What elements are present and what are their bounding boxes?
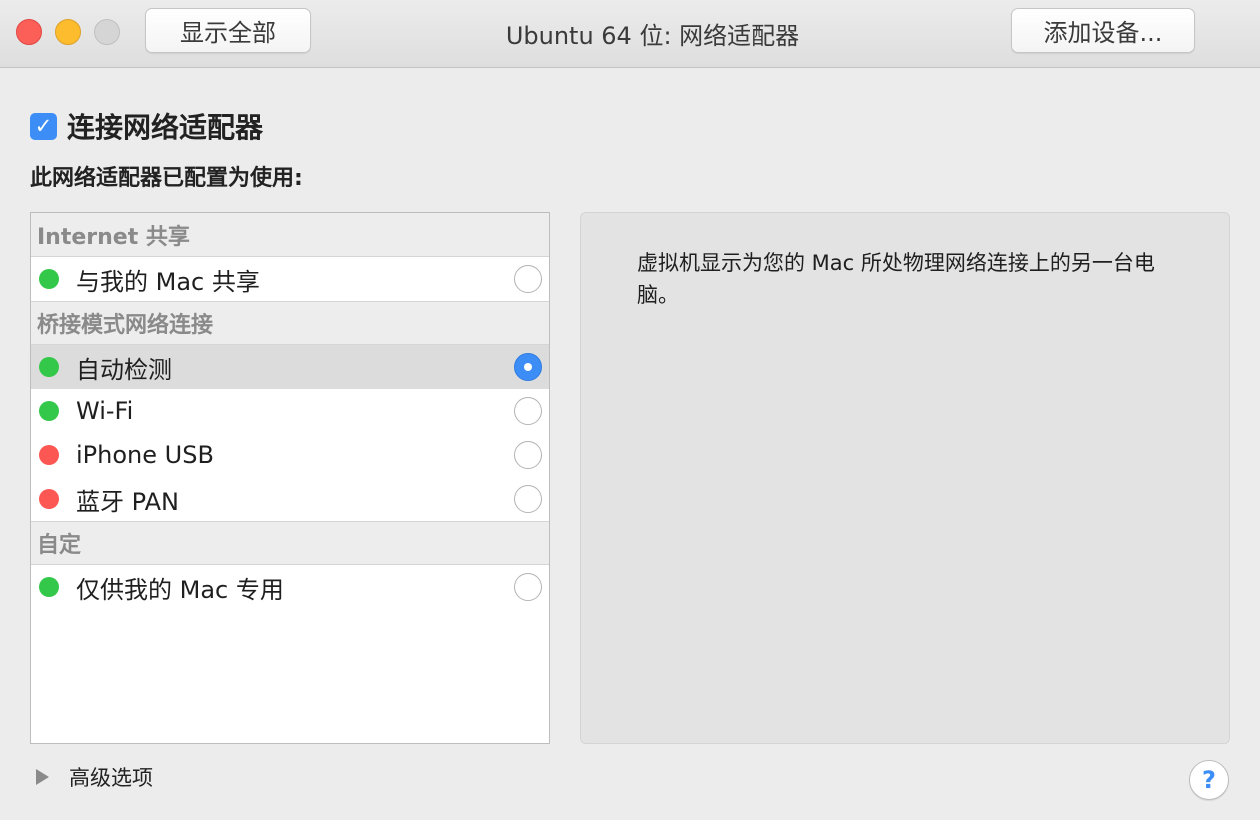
- list-item-label: 与我的 Mac 共享: [76, 267, 260, 296]
- add-device-button[interactable]: 添加设备...: [1011, 8, 1195, 53]
- group-header-bridged: 桥接模式网络连接: [31, 301, 549, 345]
- title-bar: 显示全部 Ubuntu 64 位: 网络适配器 添加设备...: [0, 0, 1260, 68]
- group-header-custom: 自定: [31, 521, 549, 565]
- connect-adapter-row[interactable]: ✓ 连接网络适配器: [30, 106, 263, 146]
- group-header-internet-sharing: Internet 共享: [31, 213, 549, 257]
- advanced-options-disclosure[interactable]: 高级选项: [36, 762, 153, 792]
- list-item-bluetooth-pan[interactable]: 蓝牙 PAN: [31, 477, 549, 521]
- advanced-options-label[interactable]: 高级选项: [69, 762, 153, 792]
- status-dot-green-icon: [39, 401, 59, 421]
- list-item-label: iPhone USB: [76, 441, 214, 469]
- window-title: Ubuntu 64 位: 网络适配器: [505, 22, 800, 50]
- disclosure-triangle-icon[interactable]: [36, 769, 49, 785]
- show-all-button[interactable]: 显示全部: [145, 8, 311, 53]
- status-dot-green-icon: [39, 577, 59, 597]
- description-panel: 虚拟机显示为您的 Mac 所处物理网络连接上的另一台电脑。: [580, 212, 1230, 744]
- connect-adapter-checkbox[interactable]: ✓: [30, 112, 57, 140]
- list-item-label: Wi-Fi: [76, 397, 134, 425]
- radio-button[interactable]: [514, 265, 542, 293]
- list-item-autodetect[interactable]: 自动检测: [31, 345, 549, 389]
- status-dot-red-icon: [39, 445, 59, 465]
- config-label: 此网络适配器已配置为使用:: [30, 166, 303, 191]
- network-source-list: Internet 共享 与我的 Mac 共享 桥接模式网络连接 自动检测 Wi-…: [30, 212, 550, 744]
- help-button[interactable]: ?: [1189, 760, 1229, 800]
- minimize-window-button[interactable]: [55, 19, 81, 45]
- zoom-window-button[interactable]: [94, 19, 120, 45]
- preferences-window: 显示全部 Ubuntu 64 位: 网络适配器 添加设备... ✓ 连接网络适配…: [0, 0, 1260, 820]
- list-item-label: 仅供我的 Mac 专用: [76, 575, 284, 604]
- connect-adapter-label: 连接网络适配器: [67, 111, 264, 144]
- list-item-share-with-mac[interactable]: 与我的 Mac 共享: [31, 257, 549, 301]
- radio-button[interactable]: [514, 485, 542, 513]
- list-item-iphone-usb[interactable]: iPhone USB: [31, 433, 549, 477]
- close-window-button[interactable]: [16, 19, 42, 45]
- status-dot-red-icon: [39, 489, 59, 509]
- radio-button[interactable]: [514, 441, 542, 469]
- radio-button[interactable]: [514, 397, 542, 425]
- description-text: 虚拟机显示为您的 Mac 所处物理网络连接上的另一台电脑。: [637, 251, 1155, 307]
- list-item-label: 蓝牙 PAN: [76, 487, 179, 516]
- radio-button[interactable]: [514, 573, 542, 601]
- list-item-private-to-mac[interactable]: 仅供我的 Mac 专用: [31, 565, 549, 609]
- radio-button-selected[interactable]: [514, 353, 542, 381]
- status-dot-green-icon: [39, 357, 59, 377]
- list-item-label: 自动检测: [76, 355, 172, 384]
- list-item-wifi[interactable]: Wi-Fi: [31, 389, 549, 433]
- status-dot-green-icon: [39, 269, 59, 289]
